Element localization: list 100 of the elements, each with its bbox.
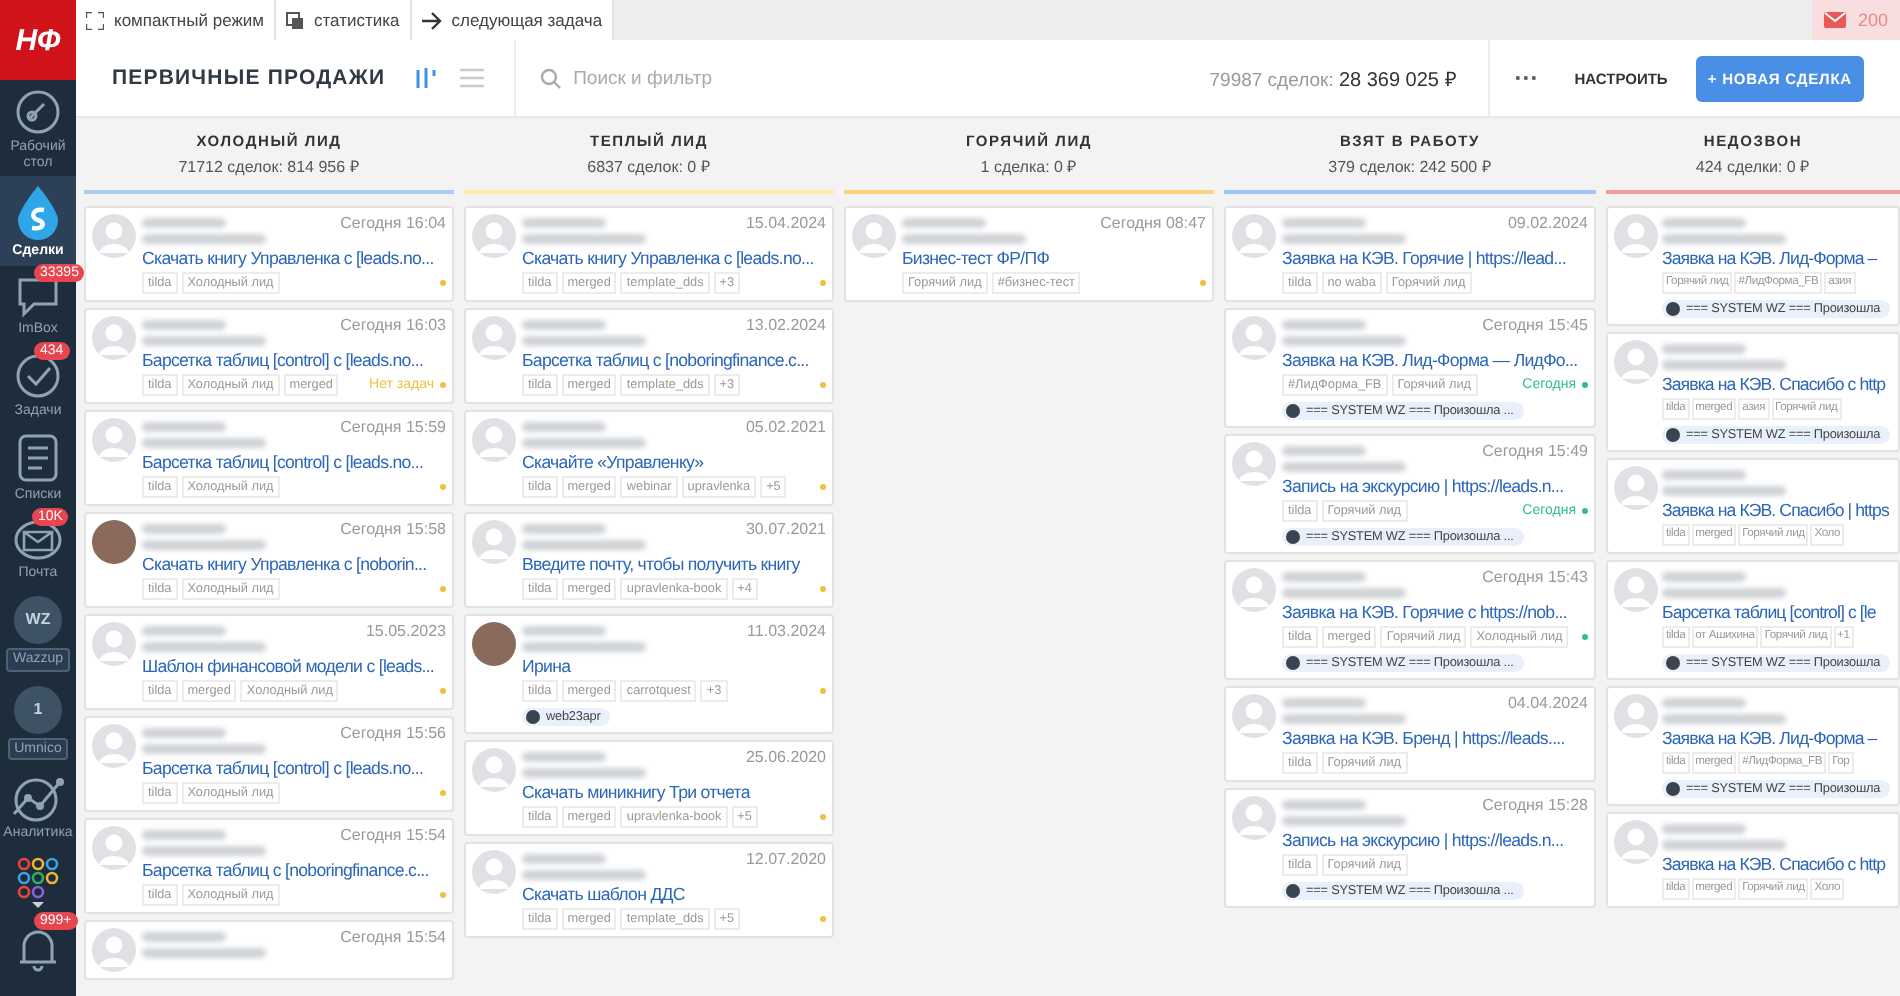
blurred-name [1662,572,1746,582]
deal-title-link[interactable]: Заявка на КЭВ. Лид-Форма — ЛидФо... [1282,350,1588,372]
blurred-name [1282,572,1366,582]
deal-time: 12.07.2020 [745,850,826,868]
deal-title-link[interactable]: Скачайте «Управленку» [522,452,826,474]
deal-time: Сегодня 15:54 [340,928,446,946]
search-icon [539,67,562,89]
blurred-name [522,320,606,330]
copy-icon [285,11,304,29]
deal-title-link[interactable]: Заявка на КЭВ. Горячие с https://nob... [1282,602,1588,624]
blurred-company [1282,816,1406,826]
deal-time: Сегодня 08:47 [1100,214,1206,232]
blurred-company [142,540,266,550]
deal-title-link[interactable]: Запись на экскурсию | https://leads.n... [1282,476,1588,498]
chip-avatar-icon [1666,428,1680,442]
deal-time: Сегодня 15:43 [1482,568,1588,586]
deal-time: 13.02.2024 [745,316,826,334]
deal-time: Сегодня 16:04 [340,214,446,232]
blurred-company [142,846,266,856]
deal-title-link[interactable]: Барсетка таблиц [control] с [leads.no... [142,452,446,474]
deal-time: 04.04.2024 [1507,694,1588,712]
deal-time: 30.07.2021 [745,520,826,538]
deal-title-link[interactable]: Барсетка таблиц с [noboringfinance.c... [522,350,826,372]
column-summary: 6837 сделок: 0 ₽ [587,156,711,176]
deal-time: Сегодня 16:03 [340,316,446,334]
chip-avatar-icon [1286,656,1300,670]
deal-title-link[interactable]: Бизнес-тест ФР/ПФ [902,248,1206,270]
blurred-name [142,728,226,738]
pipeline-view-icon[interactable] [413,66,442,90]
deal-title-link[interactable]: Заявка на КЭВ. Бренд | https://leads.... [1282,728,1588,750]
blurred-name [1282,320,1366,330]
chip-avatar-icon [1286,404,1300,418]
deal-title-link[interactable]: Заявка на КЭВ. Спасибо | https [1662,500,1896,522]
blurred-name [1662,470,1746,480]
deal-title-link[interactable]: Заявка на КЭВ. Лид-Форма – [1662,248,1896,270]
blurred-name [522,218,606,228]
gauge-icon [14,88,62,136]
blurred-company [902,234,1026,244]
toolbar-button[interactable]: компактный режим [76,0,276,40]
deal-time: 09.02.2024 [1507,214,1588,232]
column-summary: 424 сделки: 0 ₽ [1695,156,1811,176]
blurred-company [1662,486,1786,496]
list-icon [16,432,60,485]
logo[interactable]: НФ [0,0,76,80]
apps-grid-icon [16,855,60,908]
deal-time: Сегодня 15:45 [1482,316,1588,334]
deal-title-link[interactable]: Барсетка таблиц [control] с [leads.no... [142,350,446,372]
chip-avatar-icon [526,710,540,724]
mail-button[interactable]: 200 [1811,0,1900,40]
deal-title-link[interactable]: Скачать книгу Управленка с [leads.no... [142,248,446,270]
blurred-name [1662,218,1746,228]
blurred-company [522,540,646,550]
deal-title-link[interactable]: Барсетка таблиц с [noboringfinance.c... [142,860,446,882]
deal-time: Сегодня 15:54 [340,826,446,844]
chip-avatar-icon [1286,530,1300,544]
blurred-name [1282,446,1366,456]
chip-avatar-icon [1666,656,1680,670]
drop-icon [14,184,62,241]
deal-time: 11.03.2024 [747,622,826,640]
blurred-company [1282,462,1406,472]
deal-time: 05.02.2021 [745,418,826,436]
blurred-company [1662,840,1786,850]
deal-title-link[interactable]: Барсетка таблиц [control] с [le [1662,602,1896,624]
blurred-company [142,234,266,244]
deal-title-link[interactable]: Введите почту, чтобы получить книгу [522,554,826,576]
deal-title-link[interactable]: Ирина [522,656,826,678]
deal-title-link[interactable]: Заявка на КЭВ. Спасибо с http [1662,854,1896,876]
blurred-name [1282,218,1366,228]
deal-title-link[interactable]: Заявка на КЭВ. Горячие | https://lead... [1282,248,1588,270]
blurred-company [1662,714,1786,724]
deal-title-link[interactable]: Скачать книгу Управленка с [noborin... [142,554,446,576]
deal-title-link[interactable]: Заявка на КЭВ. Спасибо с http [1662,374,1896,396]
deal-time: Сегодня 15:59 [340,418,446,436]
blurred-company [142,438,266,448]
deal-card[interactable]: Сегодня 15:54 [84,920,454,980]
deal-title-link[interactable]: Запись на экскурсию | https://leads.n... [1282,830,1588,852]
deal-time: Сегодня 15:58 [340,520,446,538]
chip-avatar-icon [1666,782,1680,796]
blurred-name [142,932,226,942]
column-summary: 379 сделок: 242 500 ₽ [1328,156,1492,176]
deal-title-link[interactable]: Барсетка таблиц [control] с [leads.no... [142,758,446,780]
blurred-name [142,218,226,228]
deal-title-link[interactable]: Скачать книгу Управленка с [leads.no... [522,248,826,270]
deal-title-link[interactable]: Заявка на КЭВ. Лид-Форма – [1662,728,1896,750]
blurred-name [522,524,606,534]
chip-avatar-icon [1666,302,1680,316]
blurred-company [522,438,646,448]
deal-title-link[interactable]: Шаблон финансовой модели с [leads... [142,656,446,678]
toolbar-button[interactable]: статистика [275,0,412,40]
blurred-name [142,422,226,432]
column-summary: 71712 сделок: 814 956 ₽ [178,156,360,176]
deal-title-link[interactable]: Скачать шаблон ДДС [522,884,826,906]
deal-title-link[interactable]: Скачать миникнигу Три отчета [522,782,826,804]
toolbar-button[interactable]: следующая задача [411,0,615,40]
deal-time: Сегодня 15:49 [1482,442,1588,460]
blurred-name [902,218,986,228]
blurred-company [142,744,266,754]
blurred-company [142,336,266,346]
chip-avatar-icon [1286,884,1300,898]
blurred-company [1282,714,1406,724]
